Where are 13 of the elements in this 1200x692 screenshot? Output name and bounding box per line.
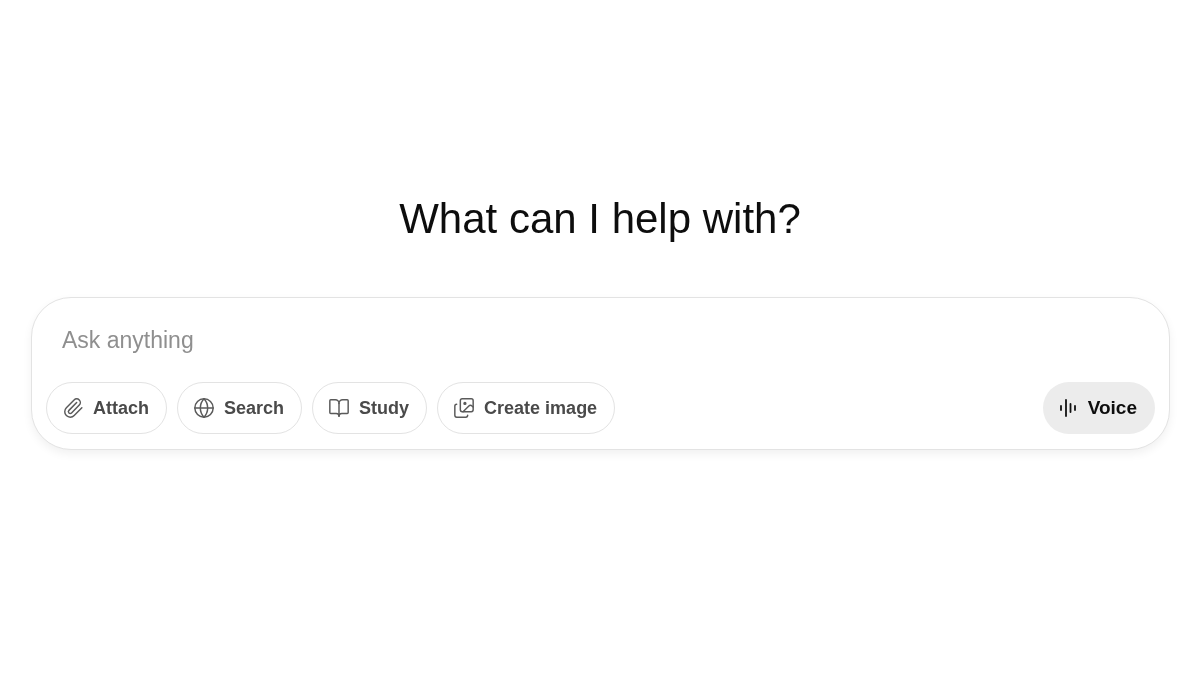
message-input[interactable]: Ask anything bbox=[46, 318, 1155, 362]
book-icon bbox=[328, 397, 351, 419]
sound-wave-icon bbox=[1058, 399, 1077, 417]
tool-button[interactable]: Attach bbox=[46, 382, 167, 434]
voice-button[interactable]: Voice bbox=[1042, 382, 1155, 434]
tool-button[interactable]: Study bbox=[312, 382, 428, 434]
images-icon bbox=[453, 397, 476, 419]
tool-button[interactable]: Create image bbox=[437, 382, 616, 434]
tool-button[interactable]: Search bbox=[177, 382, 303, 434]
message-composer[interactable]: Ask anything Attach Search Study Create image Voice bbox=[31, 297, 1170, 450]
globe-icon bbox=[193, 397, 215, 419]
paperclip-icon bbox=[62, 397, 84, 419]
page-heading: What can I help with? bbox=[399, 194, 801, 244]
